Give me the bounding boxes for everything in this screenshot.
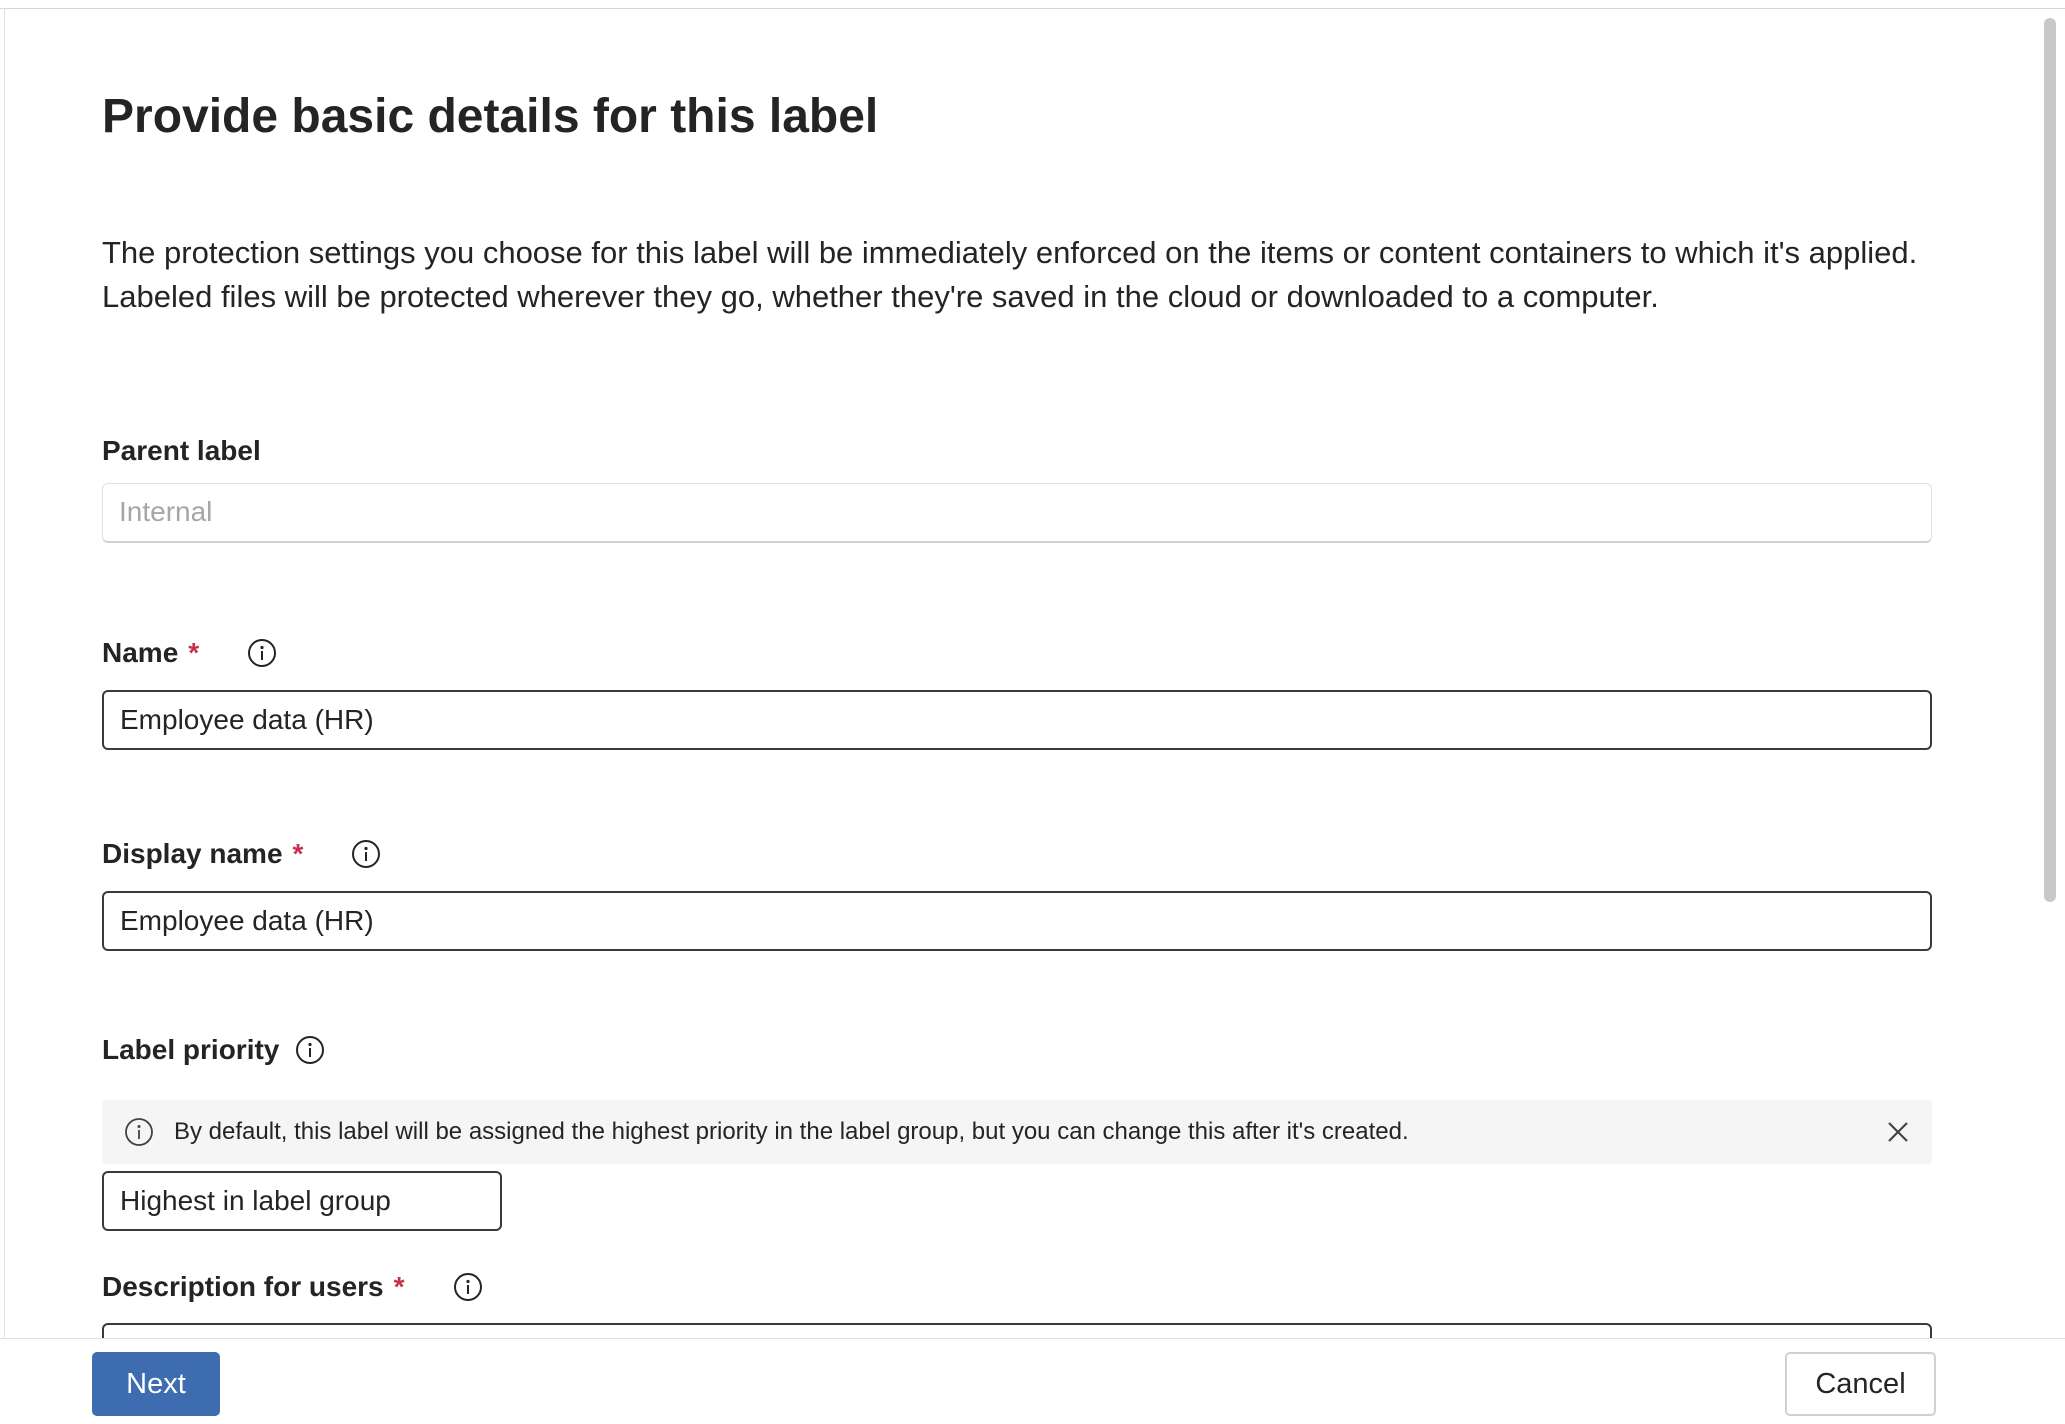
scrollbar-thumb[interactable] [2044, 18, 2056, 902]
page-title: Provide basic details for this label [102, 90, 879, 143]
info-icon [125, 1118, 153, 1146]
info-icon[interactable] [295, 1035, 325, 1065]
description-for-users-input[interactable] [102, 1323, 1932, 1338]
priority-message-bar: By default, this label will be assigned … [102, 1100, 1932, 1164]
parent-label-label: Parent label [102, 435, 261, 467]
display-name-label: Display name * [102, 838, 381, 870]
scroll-content: Provide basic details for this label The… [0, 9, 2040, 1338]
label-priority-label: Label priority [102, 1034, 325, 1066]
required-marker: * [188, 637, 200, 668]
info-icon[interactable] [453, 1272, 483, 1302]
name-input[interactable]: Employee data (HR) [102, 690, 1932, 750]
required-marker: * [292, 838, 304, 869]
page-description: The protection settings you choose for t… [102, 235, 1918, 314]
wizard-footer: Next Cancel [0, 1338, 2065, 1424]
description-for-users-label-text: Description for users [102, 1271, 384, 1302]
display-name-label-text: Display name [102, 838, 283, 869]
parent-label-text: Parent label [102, 435, 261, 466]
display-name-input[interactable]: Employee data (HR) [102, 891, 1932, 951]
description-for-users-label: Description for users * [102, 1271, 483, 1303]
info-icon[interactable] [351, 839, 381, 869]
name-label: Name * [102, 637, 277, 669]
label-priority-label-text: Label priority [102, 1034, 280, 1065]
cancel-button[interactable]: Cancel [1785, 1352, 1936, 1416]
parent-label-field: Internal [102, 483, 1932, 543]
info-icon[interactable] [247, 638, 277, 668]
name-label-text: Name [102, 637, 179, 668]
required-marker: * [393, 1271, 405, 1302]
close-icon[interactable] [1884, 1118, 1912, 1146]
label-priority-field[interactable]: Highest in label group [102, 1171, 502, 1231]
next-button[interactable]: Next [92, 1352, 220, 1416]
priority-message-text: By default, this label will be assigned … [174, 1118, 1409, 1145]
wizard-panel: Provide basic details for this label The… [0, 0, 2065, 1424]
